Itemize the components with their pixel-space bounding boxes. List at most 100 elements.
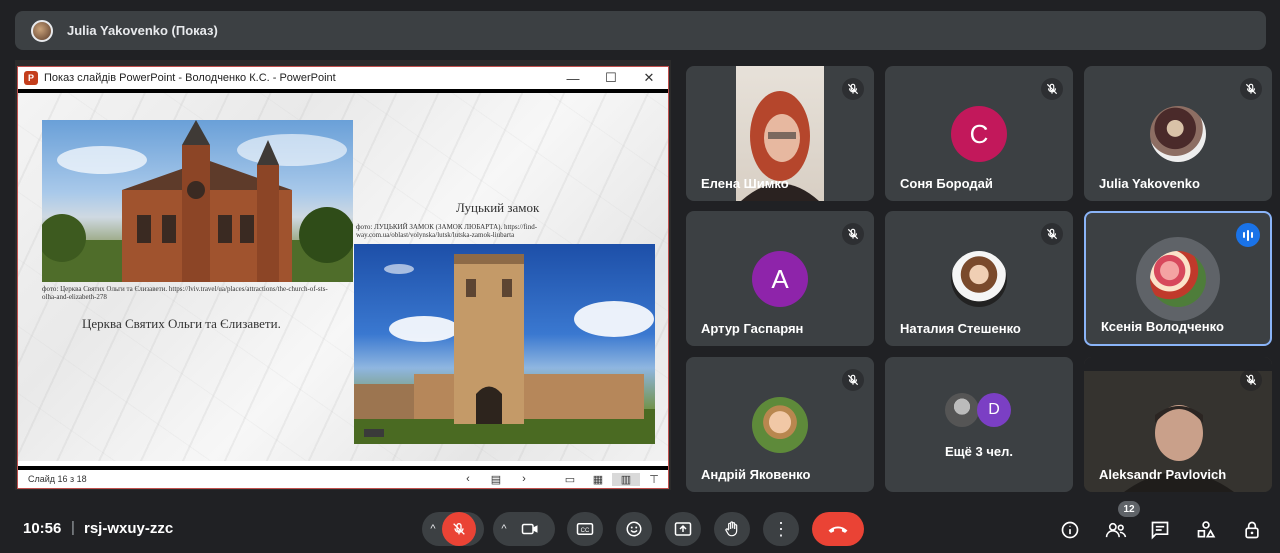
- participant-tile[interactable]: A Артур Гаспарян: [686, 211, 874, 346]
- chat-icon: [1151, 521, 1169, 540]
- activities-icon: [1197, 521, 1216, 538]
- powerpoint-titlebar: P Показ слайдів PowerPoint - Володченко …: [18, 67, 668, 89]
- meeting-separator: |: [71, 519, 75, 536]
- participant-tile[interactable]: Елена Шимко: [686, 66, 874, 201]
- powerpoint-window: P Показ слайдів PowerPoint - Володченко …: [17, 66, 669, 489]
- participant-name: Ксенія Володченко: [1101, 319, 1224, 334]
- castle-caption: фото: ЛУЦЬКИЙ ЗАМОК (ЗАМОК ЛЮБАРТА). htt…: [356, 223, 538, 239]
- presentation-stage: P Показ слайдів PowerPoint - Володченко …: [15, 60, 671, 490]
- church-illustration: [42, 120, 353, 282]
- powerpoint-icon: P: [24, 71, 38, 85]
- participant-tile[interactable]: Наталия Стешенко: [885, 211, 1073, 346]
- people-icon: [1105, 522, 1127, 538]
- slide-sorter-icon[interactable]: ▦: [584, 473, 612, 486]
- photo-avatar: [945, 393, 979, 427]
- camera-icon: [521, 523, 538, 535]
- end-call-icon: [828, 526, 848, 533]
- church-image: [42, 120, 353, 282]
- letter-avatar: D: [977, 393, 1011, 427]
- captions-icon: CC: [576, 523, 594, 535]
- participant-name: Наталия Стешенко: [900, 321, 1021, 336]
- slide: фото: Церква Святих Ольги та Єлизавети. …: [18, 93, 668, 461]
- church-caption: фото: Церква Святих Ольги та Єлизавети. …: [42, 285, 328, 301]
- meeting-code: rsj-wxuy-zzc: [84, 520, 174, 537]
- more-icon: ⋮: [772, 519, 790, 539]
- chevron-up-icon[interactable]: ^: [501, 523, 506, 535]
- minimize-icon[interactable]: —: [554, 71, 592, 86]
- letter-avatar: A: [752, 251, 808, 307]
- microphone-control[interactable]: ^: [422, 512, 484, 546]
- leave-call-button[interactable]: [812, 512, 864, 546]
- mic-off-icon: [1041, 223, 1063, 245]
- notes-icon[interactable]: ▤: [482, 473, 510, 486]
- raise-hand-icon: [725, 521, 738, 537]
- more-participants-tile[interactable]: D Ещё 3 чел.: [885, 357, 1073, 492]
- reactions-button[interactable]: [616, 512, 652, 546]
- mic-off-button[interactable]: [441, 512, 476, 546]
- chevron-up-icon[interactable]: ^: [430, 523, 435, 535]
- captions-button[interactable]: CC: [567, 512, 603, 546]
- slideshow-toolbar: Слайд 16 з 18 ‹ ▤ › ▭ ▦ ▥ ⊤: [18, 466, 668, 488]
- more-participants-avatars: D: [945, 393, 1011, 427]
- presenter-avatar: [31, 19, 53, 42]
- photo-avatar: [752, 397, 808, 453]
- more-participants-label: Ещё 3 чел.: [945, 444, 1013, 459]
- participant-count-badge: 12: [1118, 501, 1140, 517]
- next-slide-icon[interactable]: ›: [510, 473, 538, 485]
- church-title: Церква Святих Ольги та Єлизавети.: [82, 316, 281, 331]
- chat-button[interactable]: [1148, 518, 1172, 542]
- castle-illustration: [354, 254, 655, 444]
- speaking-indicator-icon: [1236, 223, 1260, 247]
- participant-tile[interactable]: Андрій Яковенко: [686, 357, 874, 492]
- participant-tile-speaking[interactable]: Ксенія Володченко: [1084, 211, 1272, 346]
- photo-avatar: [951, 251, 1007, 307]
- control-bar: 10:56 | rsj-wxuy-zzc ^ ^ CC ⋮ 12: [0, 500, 1280, 553]
- participant-name: Соня Бородай: [900, 176, 993, 191]
- camera-button[interactable]: [512, 512, 547, 546]
- host-controls-icon: [1245, 521, 1259, 539]
- mic-off-icon: [1041, 78, 1063, 100]
- slideshow-view-icon[interactable]: ⊤: [640, 473, 668, 486]
- letter-avatar: C: [951, 106, 1007, 162]
- present-button[interactable]: [665, 512, 701, 546]
- mic-off-icon: [842, 369, 864, 391]
- presenter-bar: Julia Yakovenko (Показ): [15, 11, 1266, 50]
- participant-tile[interactable]: Julia Yakovenko: [1084, 66, 1272, 201]
- participant-name: Julia Yakovenko: [1099, 176, 1200, 191]
- people-button[interactable]: [1104, 518, 1128, 542]
- slide-counter: Слайд 16 з 18: [28, 474, 87, 484]
- participant-name: Артур Гаспарян: [701, 321, 804, 336]
- emoji-icon: [626, 521, 642, 537]
- info-icon: [1061, 521, 1079, 539]
- activities-button[interactable]: [1194, 518, 1218, 542]
- photo-avatar: [1150, 251, 1206, 307]
- mic-off-icon: [842, 223, 864, 245]
- castle-image: [354, 244, 655, 444]
- normal-view-icon[interactable]: ▭: [556, 473, 584, 486]
- castle-title: Луцький замок: [456, 200, 540, 215]
- participant-name: Андрій Яковенко: [701, 467, 811, 482]
- participant-tile[interactable]: C Соня Бородай: [885, 66, 1073, 201]
- more-options-button[interactable]: ⋮: [763, 512, 799, 546]
- mic-off-icon: [842, 78, 864, 100]
- presenter-title: Julia Yakovenko (Показ): [67, 23, 218, 38]
- camera-control[interactable]: ^: [493, 512, 555, 546]
- present-icon: [674, 522, 692, 536]
- maximize-icon[interactable]: ☐: [592, 70, 630, 86]
- reading-view-icon[interactable]: ▥: [612, 472, 640, 486]
- participant-tile[interactable]: Aleksandr Pavlovich: [1084, 357, 1272, 492]
- host-controls-button[interactable]: [1240, 518, 1264, 542]
- raise-hand-button[interactable]: [714, 512, 750, 546]
- participant-name: Aleksandr Pavlovich: [1099, 467, 1227, 482]
- meeting-time: 10:56: [23, 520, 62, 537]
- close-icon[interactable]: ✕: [630, 70, 668, 86]
- mic-off-icon: [1240, 78, 1262, 100]
- previous-slide-icon[interactable]: ‹: [454, 473, 482, 485]
- photo-avatar: [1150, 106, 1206, 162]
- participant-name: Елена Шимко: [701, 176, 789, 191]
- svg-text:CC: CC: [581, 528, 590, 534]
- mic-off-icon: [1240, 369, 1262, 391]
- info-button[interactable]: [1058, 518, 1082, 542]
- window-title: Показ слайдів PowerPoint - Володченко К.…: [44, 72, 336, 84]
- mic-off-icon: [452, 522, 465, 535]
